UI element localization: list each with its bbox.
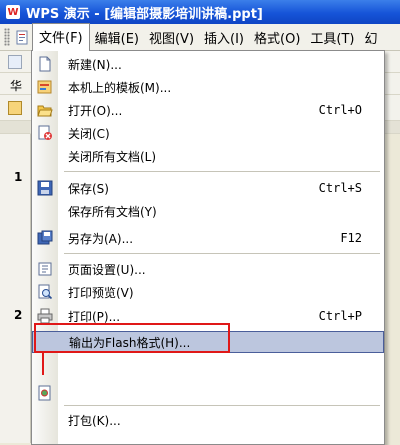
menu-item-label: 保存(S) <box>68 181 109 196</box>
menu-tools[interactable]: 工具(T) <box>305 24 359 51</box>
slide-number-2: 2 <box>14 308 23 322</box>
menu-item-local-templates[interactable]: 本机上的模板(M)... <box>32 76 384 98</box>
menu-item-label: 新建(N)... <box>68 57 122 72</box>
window-title: WPS 演示 - [编辑部摄影培训讲稿.ppt] <box>26 6 263 22</box>
menu-item-print[interactable]: 打印(P)... Ctrl+P <box>32 305 384 327</box>
menu-bar: 文件(F) 编辑(E) 视图(V) 插入(I) 格式(O) 工具(T) 幻 <box>0 23 400 51</box>
menu-separator <box>64 405 380 406</box>
close-doc-icon <box>37 125 53 141</box>
menu-separator <box>64 171 380 172</box>
font-name-box[interactable]: 华 <box>10 77 22 94</box>
menu-slideshow-truncated[interactable]: 幻 <box>360 24 383 51</box>
menu-item-label: 打包(K)... <box>68 413 121 428</box>
slide-number-1: 1 <box>14 170 23 184</box>
menu-item-label: 关闭(C) <box>68 126 110 141</box>
menu-item-label: 输出为Flash格式(H)... <box>69 335 191 350</box>
menu-item-label: 打印预览(V) <box>68 285 134 300</box>
document-menu-icon[interactable] <box>14 29 30 45</box>
menu-item-label: 本机上的模板(M)... <box>68 80 172 95</box>
menu-item-save[interactable]: 保存(S) Ctrl+S <box>32 177 384 199</box>
menu-item-label: 保存所有文档(Y) <box>68 204 157 219</box>
print-icon <box>37 308 53 324</box>
image-doc-icon <box>37 385 53 401</box>
menu-item-close[interactable]: 关闭(C) <box>32 122 384 144</box>
page-setup-icon <box>37 261 53 277</box>
wps-app-icon: W <box>6 5 20 19</box>
save-as-icon <box>37 230 53 246</box>
menu-item-label: 关闭所有文档(L) <box>68 149 157 164</box>
print-preview-icon <box>37 284 53 300</box>
menu-separator <box>64 253 380 254</box>
save-icon <box>37 180 53 196</box>
outline-tab-icon[interactable] <box>8 101 22 115</box>
menu-insert[interactable]: 插入(I) <box>199 24 249 51</box>
toolbar-new-icon[interactable] <box>8 55 22 69</box>
menu-item-close-all[interactable]: 关闭所有文档(L) <box>32 145 384 167</box>
slide-thumbnail-pane: 1 2 <box>0 134 31 443</box>
menu-item-label: 打印(P)... <box>68 309 121 324</box>
menu-item-label: 另存为(A)... <box>68 231 134 246</box>
menu-item-shortcut: F12 <box>340 231 362 245</box>
file-dropdown-menu: 新建(N)... 本机上的模板(M)... 打开(O)... Ctrl+O 关闭… <box>31 50 385 445</box>
menu-item-label: 打开(O)... <box>68 103 123 118</box>
menu-item-print-preview[interactable]: 打印预览(V) <box>32 281 384 303</box>
open-folder-icon <box>37 102 53 118</box>
menu-edit[interactable]: 编辑(E) <box>90 24 144 51</box>
menu-item-unlabeled[interactable] <box>32 382 384 404</box>
template-icon <box>37 79 53 95</box>
menu-item-save-as[interactable]: 另存为(A)... F12 <box>32 227 384 249</box>
menu-item-open[interactable]: 打开(O)... Ctrl+O <box>32 99 384 121</box>
menu-item-shortcut: Ctrl+P <box>318 309 362 323</box>
menu-item-shortcut: Ctrl+S <box>318 181 362 195</box>
menu-item-package[interactable]: 打包(K)... <box>32 409 384 431</box>
menu-item-label: 页面设置(U)... <box>68 262 146 277</box>
new-doc-icon <box>37 56 53 72</box>
menu-view[interactable]: 视图(V) <box>144 24 199 51</box>
menu-item-page-setup[interactable]: 页面设置(U)... <box>32 258 384 280</box>
menu-file[interactable]: 文件(F) <box>32 23 90 51</box>
menu-item-new[interactable]: 新建(N)... <box>32 53 384 75</box>
menu-item-export-flash[interactable]: 输出为Flash格式(H)... <box>32 331 384 353</box>
menu-item-shortcut: Ctrl+O <box>318 103 362 117</box>
title-bar: W WPS 演示 - [编辑部摄影培训讲稿.ppt] <box>0 0 400 24</box>
menu-format[interactable]: 格式(O) <box>249 24 305 51</box>
menu-grip-handle[interactable] <box>4 28 10 46</box>
menu-item-save-all[interactable]: 保存所有文档(Y) <box>32 200 384 222</box>
red-annotation-line <box>42 353 44 375</box>
